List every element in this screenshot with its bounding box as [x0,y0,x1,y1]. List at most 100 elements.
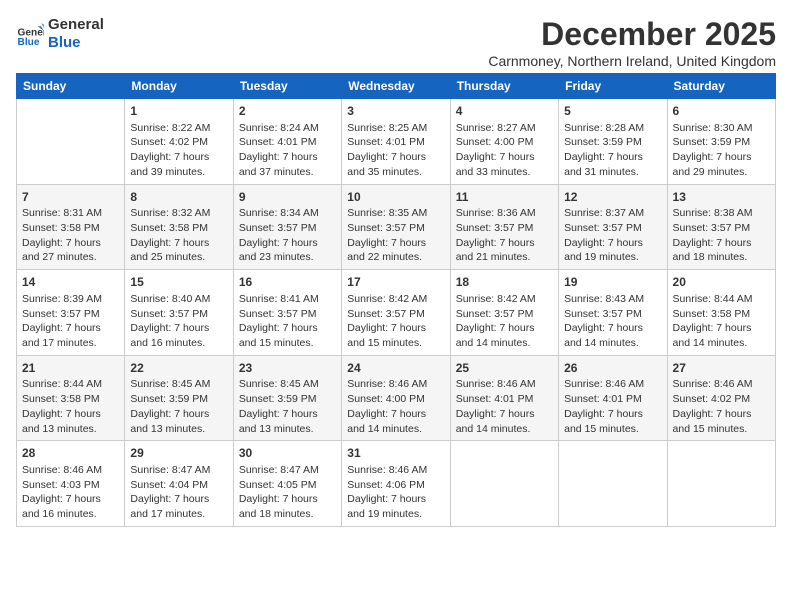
day-number: 7 [22,189,119,206]
day-detail: Sunrise: 8:39 AMSunset: 3:57 PMDaylight:… [22,292,119,351]
calendar-cell: 19Sunrise: 8:43 AMSunset: 3:57 PMDayligh… [559,270,667,356]
day-number: 15 [130,274,227,291]
day-number: 14 [22,274,119,291]
day-detail: Sunrise: 8:47 AMSunset: 4:05 PMDaylight:… [239,463,336,522]
calendar-cell: 24Sunrise: 8:46 AMSunset: 4:00 PMDayligh… [342,355,450,441]
day-detail: Sunrise: 8:44 AMSunset: 3:58 PMDaylight:… [22,377,119,436]
calendar-cell: 18Sunrise: 8:42 AMSunset: 3:57 PMDayligh… [450,270,558,356]
weekday-header: Saturday [667,74,775,99]
day-detail: Sunrise: 8:46 AMSunset: 4:01 PMDaylight:… [564,377,661,436]
day-detail: Sunrise: 8:45 AMSunset: 3:59 PMDaylight:… [130,377,227,436]
calendar-cell: 23Sunrise: 8:45 AMSunset: 3:59 PMDayligh… [233,355,341,441]
calendar-cell: 27Sunrise: 8:46 AMSunset: 4:02 PMDayligh… [667,355,775,441]
calendar-cell: 2Sunrise: 8:24 AMSunset: 4:01 PMDaylight… [233,99,341,185]
day-detail: Sunrise: 8:30 AMSunset: 3:59 PMDaylight:… [673,121,770,180]
calendar-week-row: 28Sunrise: 8:46 AMSunset: 4:03 PMDayligh… [17,441,776,527]
weekday-header: Thursday [450,74,558,99]
day-detail: Sunrise: 8:46 AMSunset: 4:03 PMDaylight:… [22,463,119,522]
day-number: 28 [22,445,119,462]
day-detail: Sunrise: 8:45 AMSunset: 3:59 PMDaylight:… [239,377,336,436]
calendar-cell: 8Sunrise: 8:32 AMSunset: 3:58 PMDaylight… [125,184,233,270]
day-number: 30 [239,445,336,462]
day-detail: Sunrise: 8:36 AMSunset: 3:57 PMDaylight:… [456,206,553,265]
calendar-table: SundayMondayTuesdayWednesdayThursdayFrid… [16,73,776,527]
title-block: December 2025 Carnmoney, Northern Irelan… [488,16,776,69]
day-detail: Sunrise: 8:46 AMSunset: 4:00 PMDaylight:… [347,377,444,436]
calendar-cell: 17Sunrise: 8:42 AMSunset: 3:57 PMDayligh… [342,270,450,356]
day-detail: Sunrise: 8:22 AMSunset: 4:02 PMDaylight:… [130,121,227,180]
day-detail: Sunrise: 8:34 AMSunset: 3:57 PMDaylight:… [239,206,336,265]
day-detail: Sunrise: 8:42 AMSunset: 3:57 PMDaylight:… [347,292,444,351]
day-detail: Sunrise: 8:25 AMSunset: 4:01 PMDaylight:… [347,121,444,180]
calendar-cell: 25Sunrise: 8:46 AMSunset: 4:01 PMDayligh… [450,355,558,441]
calendar-cell: 4Sunrise: 8:27 AMSunset: 4:00 PMDaylight… [450,99,558,185]
day-detail: Sunrise: 8:35 AMSunset: 3:57 PMDaylight:… [347,206,444,265]
calendar-cell: 21Sunrise: 8:44 AMSunset: 3:58 PMDayligh… [17,355,125,441]
calendar-cell: 13Sunrise: 8:38 AMSunset: 3:57 PMDayligh… [667,184,775,270]
day-number: 17 [347,274,444,291]
day-number: 4 [456,103,553,120]
day-number: 16 [239,274,336,291]
day-detail: Sunrise: 8:41 AMSunset: 3:57 PMDaylight:… [239,292,336,351]
page-header: General Blue General Blue December 2025 … [16,16,776,69]
calendar-cell: 22Sunrise: 8:45 AMSunset: 3:59 PMDayligh… [125,355,233,441]
calendar-cell: 7Sunrise: 8:31 AMSunset: 3:58 PMDaylight… [17,184,125,270]
day-number: 31 [347,445,444,462]
day-detail: Sunrise: 8:42 AMSunset: 3:57 PMDaylight:… [456,292,553,351]
calendar-cell: 11Sunrise: 8:36 AMSunset: 3:57 PMDayligh… [450,184,558,270]
calendar-cell: 1Sunrise: 8:22 AMSunset: 4:02 PMDaylight… [125,99,233,185]
calendar-cell: 3Sunrise: 8:25 AMSunset: 4:01 PMDaylight… [342,99,450,185]
day-number: 9 [239,189,336,206]
day-number: 11 [456,189,553,206]
day-number: 13 [673,189,770,206]
logo-text: General Blue [48,16,104,52]
logo: General Blue General Blue [16,16,104,52]
day-number: 5 [564,103,661,120]
day-number: 2 [239,103,336,120]
day-detail: Sunrise: 8:32 AMSunset: 3:58 PMDaylight:… [130,206,227,265]
day-detail: Sunrise: 8:46 AMSunset: 4:06 PMDaylight:… [347,463,444,522]
calendar-cell: 5Sunrise: 8:28 AMSunset: 3:59 PMDaylight… [559,99,667,185]
day-number: 29 [130,445,227,462]
weekday-header: Monday [125,74,233,99]
day-number: 18 [456,274,553,291]
calendar-cell: 29Sunrise: 8:47 AMSunset: 4:04 PMDayligh… [125,441,233,527]
calendar-cell: 28Sunrise: 8:46 AMSunset: 4:03 PMDayligh… [17,441,125,527]
calendar-week-row: 7Sunrise: 8:31 AMSunset: 3:58 PMDaylight… [17,184,776,270]
weekday-header: Wednesday [342,74,450,99]
logo-icon: General Blue [16,20,44,48]
calendar-cell: 9Sunrise: 8:34 AMSunset: 3:57 PMDaylight… [233,184,341,270]
svg-text:Blue: Blue [18,37,40,48]
day-number: 24 [347,360,444,377]
day-detail: Sunrise: 8:44 AMSunset: 3:58 PMDaylight:… [673,292,770,351]
day-number: 22 [130,360,227,377]
calendar-cell: 6Sunrise: 8:30 AMSunset: 3:59 PMDaylight… [667,99,775,185]
weekday-header: Friday [559,74,667,99]
calendar-week-row: 21Sunrise: 8:44 AMSunset: 3:58 PMDayligh… [17,355,776,441]
day-number: 23 [239,360,336,377]
day-detail: Sunrise: 8:46 AMSunset: 4:01 PMDaylight:… [456,377,553,436]
day-number: 3 [347,103,444,120]
calendar-cell: 20Sunrise: 8:44 AMSunset: 3:58 PMDayligh… [667,270,775,356]
calendar-cell [667,441,775,527]
calendar-cell [450,441,558,527]
weekday-header: Tuesday [233,74,341,99]
calendar-cell: 26Sunrise: 8:46 AMSunset: 4:01 PMDayligh… [559,355,667,441]
weekday-header-row: SundayMondayTuesdayWednesdayThursdayFrid… [17,74,776,99]
day-detail: Sunrise: 8:47 AMSunset: 4:04 PMDaylight:… [130,463,227,522]
day-number: 27 [673,360,770,377]
month-title: December 2025 [488,16,776,53]
day-detail: Sunrise: 8:37 AMSunset: 3:57 PMDaylight:… [564,206,661,265]
calendar-cell: 31Sunrise: 8:46 AMSunset: 4:06 PMDayligh… [342,441,450,527]
calendar-week-row: 14Sunrise: 8:39 AMSunset: 3:57 PMDayligh… [17,270,776,356]
day-number: 6 [673,103,770,120]
calendar-cell: 12Sunrise: 8:37 AMSunset: 3:57 PMDayligh… [559,184,667,270]
day-detail: Sunrise: 8:40 AMSunset: 3:57 PMDaylight:… [130,292,227,351]
day-number: 20 [673,274,770,291]
day-number: 26 [564,360,661,377]
day-detail: Sunrise: 8:46 AMSunset: 4:02 PMDaylight:… [673,377,770,436]
day-number: 25 [456,360,553,377]
day-detail: Sunrise: 8:24 AMSunset: 4:01 PMDaylight:… [239,121,336,180]
day-number: 1 [130,103,227,120]
weekday-header: Sunday [17,74,125,99]
